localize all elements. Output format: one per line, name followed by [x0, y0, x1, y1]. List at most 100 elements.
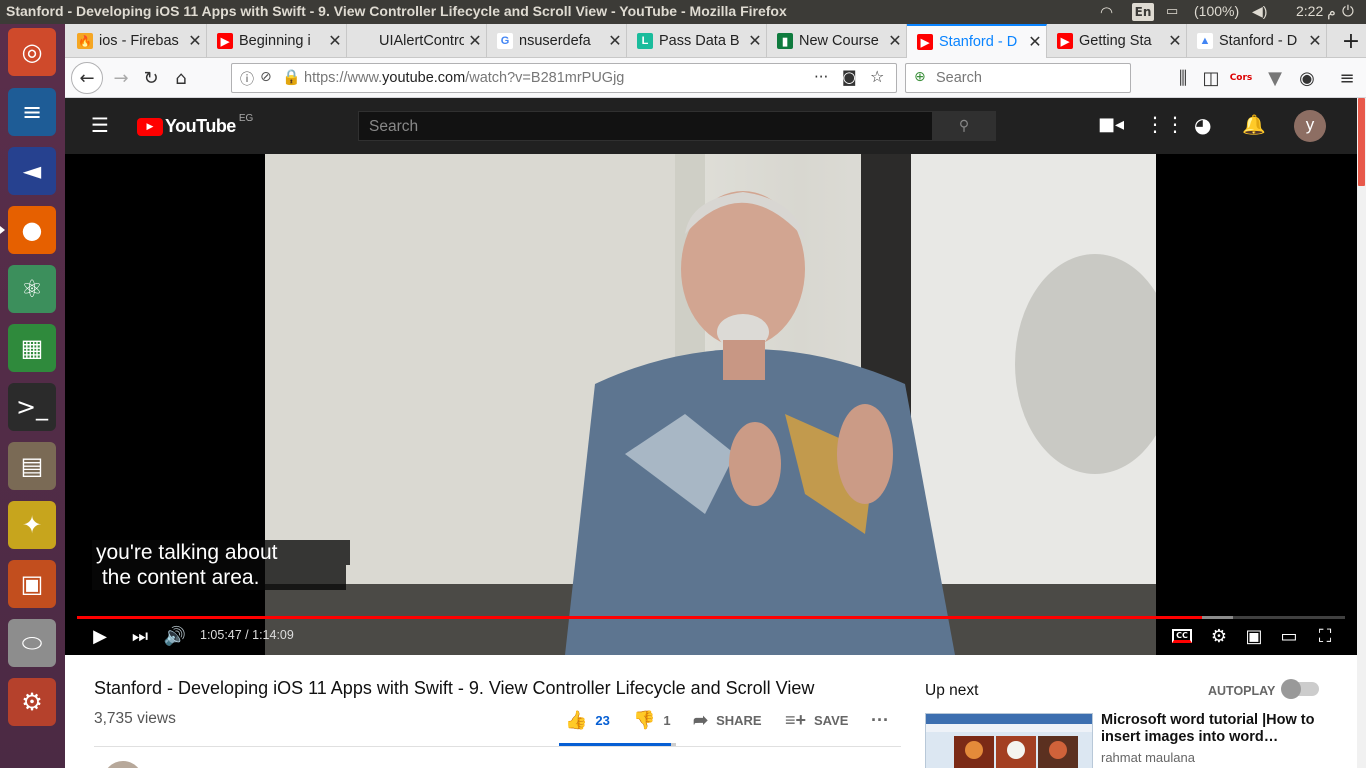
launcher-calc-button[interactable]: ▦ — [8, 324, 56, 372]
page-scrollbar[interactable] — [1357, 98, 1366, 768]
settings-button[interactable]: ⚙ — [1207, 624, 1231, 648]
lock-icon[interactable]: 🔒 — [282, 68, 301, 86]
youtube-logo[interactable]: ▶ YouTube EG — [137, 113, 254, 137]
fullscreen-button[interactable]: ⛶ — [1313, 624, 1337, 648]
next-button[interactable]: ⏭ — [129, 624, 151, 648]
clock[interactable]: 2:22 م — [1296, 3, 1336, 20]
browser-tab[interactable]: UIAlertControl ✕ — [347, 24, 487, 58]
atom-icon: ⚛ — [21, 275, 43, 303]
subtitles-button[interactable]: CC — [1169, 624, 1195, 648]
video-frame[interactable] — [265, 154, 1156, 655]
youtube-search-input[interactable]: Search — [358, 111, 933, 141]
extension-button[interactable]: Cors — [1227, 64, 1255, 92]
launcher-drive-button[interactable]: ⬭ — [8, 619, 56, 667]
browser-tab[interactable]: Gnsuserdefa ✕ — [487, 24, 627, 58]
video-player[interactable]: you're talking about the content area. ▶… — [65, 154, 1357, 655]
channel-avatar[interactable] — [103, 761, 143, 768]
tab-close-icon[interactable]: ✕ — [1164, 31, 1186, 51]
launcher-terminal-button[interactable]: >_ — [8, 383, 56, 431]
messages-icon[interactable]: ◕ — [1194, 113, 1211, 137]
browser-tab[interactable]: L Pass Data B ✕ — [627, 24, 767, 58]
upload-video-icon[interactable]: ■◂ — [1098, 114, 1124, 135]
tab-close-icon[interactable]: ✕ — [324, 31, 346, 51]
launcher-vscode-button[interactable]: ◄ — [8, 147, 56, 195]
library-icon: ⫼ — [1178, 67, 1188, 89]
next-video-channel[interactable]: rahmat maulana — [1101, 750, 1195, 765]
skip-next-icon: ⏭ — [131, 625, 149, 647]
avatar[interactable]: y — [1294, 110, 1326, 142]
tab-close-icon[interactable]: ✕ — [884, 31, 906, 51]
next-video-title[interactable]: Microsoft word tutorial |How to insert i… — [1101, 712, 1327, 746]
progress-bar[interactable] — [77, 616, 1345, 619]
launcher-ubuntu-dash-button[interactable]: ◎ — [8, 28, 56, 76]
tab-close-icon[interactable]: ✕ — [1024, 32, 1046, 52]
dislike-button[interactable]: 👎 1 — [633, 710, 671, 731]
reload-button[interactable]: ↻ — [137, 64, 165, 92]
search-engine-icon[interactable]: ⊕ — [914, 69, 926, 85]
wifi-icon[interactable]: ◠ — [1100, 3, 1113, 21]
pocket-icon[interactable]: ◙ — [842, 68, 857, 86]
tab-favicon-icon: ▶ — [917, 34, 933, 50]
menu-button[interactable]: ≡ — [1333, 64, 1361, 92]
more-actions-button[interactable]: ··· — [871, 710, 889, 731]
save-button[interactable]: ≡+ SAVE — [785, 710, 848, 731]
miniplayer-button[interactable]: ▣ — [1242, 624, 1266, 648]
apps-grid-icon[interactable]: ⋮⋮ — [1145, 112, 1185, 136]
battery-icon[interactable]: ▭ — [1166, 3, 1178, 19]
info-icon[interactable]: ⓘ — [240, 69, 254, 89]
browser-tab[interactable]: ▶ Stanford - D ✕ — [907, 24, 1047, 58]
share-button[interactable]: ➦ SHARE — [693, 710, 762, 731]
back-button[interactable]: ← — [71, 62, 103, 94]
system-top-bar: Stanford - Developing iOS 11 Apps with S… — [0, 0, 1366, 24]
power-icon[interactable]: ⏻ — [1342, 3, 1354, 20]
browser-tab[interactable]: ▮ New Course ✕ — [767, 24, 907, 58]
like-button[interactable]: 👍 23 — [565, 710, 610, 731]
scrollbar-thumb[interactable] — [1358, 98, 1365, 186]
keyboard-layout-indicator[interactable]: En — [1132, 3, 1154, 21]
account-button[interactable]: ◉ — [1293, 64, 1321, 92]
forward-button[interactable]: → — [107, 64, 135, 92]
autoplay-label: AUTOPLAY — [1208, 684, 1276, 698]
browser-tab[interactable]: ▶ Beginning i ✕ — [207, 24, 347, 58]
launcher-impress-button[interactable]: ▣ — [8, 560, 56, 608]
browser-tab[interactable]: 🔥 ios - Firebas ✕ — [67, 24, 207, 58]
browser-tab[interactable]: ▲ Stanford - D ✕ — [1187, 24, 1327, 58]
url-bar[interactable]: ⓘ ⊘ 🔒 https://www.youtube.com/watch?v=B2… — [231, 63, 897, 93]
autoplay-toggle-knob — [1281, 679, 1301, 699]
page-actions-icon[interactable]: ··· — [814, 68, 828, 86]
time-display: 1:05:47 / 1:14:09 — [200, 628, 294, 642]
launcher-settings-button[interactable]: ⚙ — [8, 678, 56, 726]
guide-menu-icon[interactable]: ☰ — [91, 115, 111, 135]
theater-mode-button[interactable]: ▭ — [1277, 624, 1301, 648]
launcher-puzzle-app-button[interactable]: ✦ — [8, 501, 56, 549]
home-button[interactable]: ⌂ — [167, 64, 195, 92]
launcher-firefox-button[interactable]: ● — [8, 206, 56, 254]
youtube-search-button[interactable]: ⚲ — [932, 111, 996, 141]
browser-tab[interactable]: ▶ Getting Sta ✕ — [1047, 24, 1187, 58]
region-code: EG — [238, 113, 254, 124]
tab-close-icon[interactable]: ✕ — [604, 31, 626, 51]
next-video-thumbnail[interactable] — [925, 713, 1093, 768]
new-tab-button[interactable]: + — [1335, 24, 1366, 58]
play-button[interactable]: ▶ — [89, 624, 111, 648]
tab-close-icon[interactable]: ✕ — [464, 31, 486, 51]
autoplay-toggle[interactable] — [1281, 679, 1319, 699]
tab-close-icon[interactable]: ✕ — [184, 31, 206, 51]
tab-close-icon[interactable]: ✕ — [1304, 31, 1326, 51]
youtube-logo-text: YouTube — [165, 116, 236, 136]
search-bar[interactable]: ⊕ Search — [905, 63, 1131, 93]
autoplay-blocked-icon[interactable]: ⊘ — [260, 69, 272, 85]
launcher-atom-button[interactable]: ⚛ — [8, 265, 56, 313]
launcher-files-button[interactable]: ▤ — [8, 442, 56, 490]
sidebar-button[interactable]: ◫ — [1197, 64, 1225, 92]
bookmark-star-icon[interactable]: ☆ — [870, 67, 884, 86]
volume-icon[interactable]: ◀) — [1252, 3, 1267, 20]
tab-close-icon[interactable]: ✕ — [744, 31, 766, 51]
tab-favicon-icon: G — [497, 33, 513, 49]
downloads-button[interactable]: ▼ — [1261, 64, 1289, 92]
library-button[interactable]: ⫼ — [1169, 64, 1197, 92]
launcher-writer-button[interactable]: ≡ — [8, 88, 56, 136]
tab-label: New Course — [799, 33, 879, 49]
notifications-bell-icon[interactable]: 🔔 — [1242, 113, 1266, 136]
mute-button[interactable]: 🔊 — [163, 624, 187, 648]
